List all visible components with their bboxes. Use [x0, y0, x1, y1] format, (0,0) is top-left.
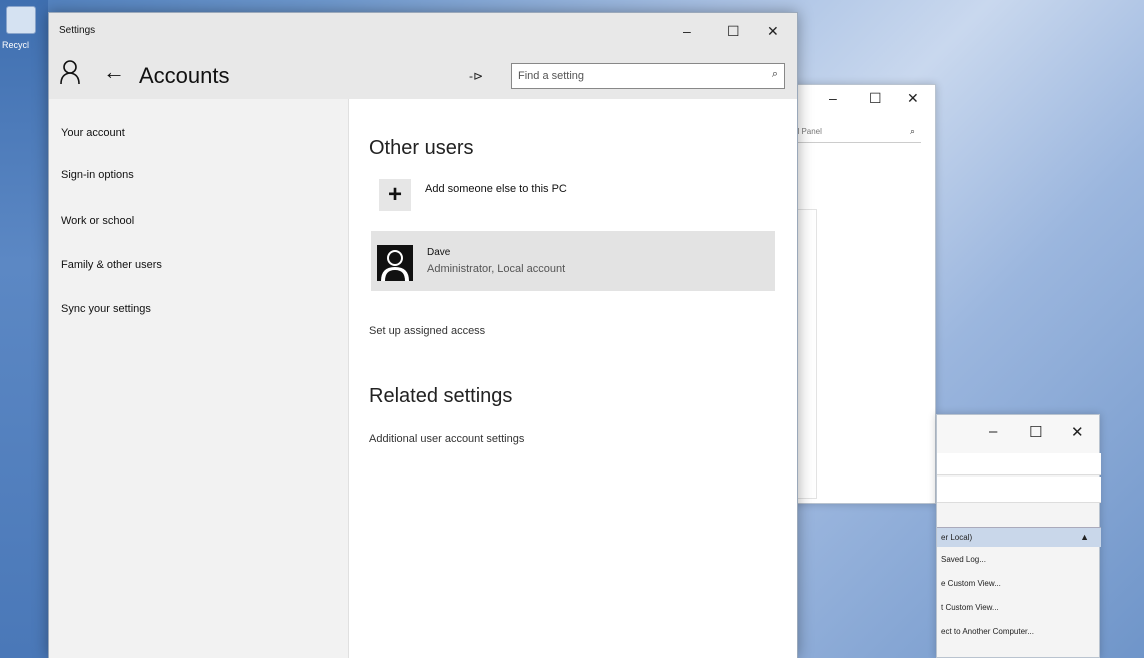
avatar [377, 245, 413, 281]
page-title: Accounts [139, 63, 230, 88]
background-close-button[interactable]: ✕ [907, 90, 919, 107]
plus-icon: + [379, 179, 411, 211]
action-item[interactable]: t Custom View... [941, 603, 999, 612]
sidebar: Your account Sign-in options Work or sch… [49, 99, 349, 658]
sidebar-item-sign-in-options[interactable]: Sign-in options [61, 169, 134, 181]
background-search-field[interactable]: ol Panel ⌕ [791, 123, 921, 143]
event-close-button[interactable]: ✕ [1071, 423, 1084, 441]
window-title: Settings [59, 25, 96, 36]
person-icon [60, 60, 80, 85]
background-window-titlebar: – ☐ ✕ [781, 85, 935, 113]
search-icon: ⌕ [909, 126, 915, 136]
sidebar-item-sync-settings[interactable]: Sync your settings [61, 303, 151, 315]
event-minimize-button[interactable]: – [989, 423, 997, 440]
settings-header: Settings – ☐ ✕ ← Accounts -⊳ ⌕ [49, 13, 797, 99]
recycle-bin-label: Recycl [2, 40, 30, 50]
pin-icon[interactable]: -⊳ [469, 69, 483, 83]
additional-account-settings-link[interactable]: Additional user account settings [369, 433, 524, 445]
collapse-icon[interactable]: ▲ [1080, 532, 1089, 542]
search-icon[interactable]: ⌕ [772, 68, 778, 81]
assigned-access-link[interactable]: Set up assigned access [369, 325, 485, 337]
recycle-bin-icon[interactable] [6, 6, 36, 34]
section-title-related-settings: Related settings [369, 385, 513, 407]
section-title-other-users: Other users [369, 137, 474, 159]
sidebar-item-work-or-school[interactable]: Work or school [61, 215, 134, 227]
background-minimize-button[interactable]: – [829, 90, 837, 106]
event-toolbar-row [937, 477, 1101, 503]
main-content: Other users + Add someone else to this P… [349, 99, 797, 658]
minimize-button[interactable]: – [683, 23, 691, 39]
close-button[interactable]: ✕ [767, 23, 779, 40]
user-name: Dave [427, 247, 451, 258]
event-toolbar-row [937, 453, 1101, 475]
background-maximize-button[interactable]: ☐ [869, 90, 882, 107]
event-maximize-button[interactable]: ☐ [1029, 423, 1042, 441]
user-account-type: Administrator, Local account [427, 263, 566, 275]
action-item[interactable]: e Custom View... [941, 579, 1001, 588]
action-item[interactable]: ect to Another Computer... [941, 627, 1034, 636]
sidebar-item-family-other-users[interactable]: Family & other users [61, 259, 162, 271]
actions-header-label: er Local) [941, 533, 973, 542]
maximize-button[interactable]: ☐ [727, 23, 740, 40]
desktop-area: Recycl [0, 0, 48, 658]
back-arrow-icon[interactable]: ← [103, 59, 125, 85]
user-row-dave[interactable]: Dave Administrator, Local account [371, 231, 775, 291]
event-window-titlebar: – ☐ ✕ [937, 415, 1099, 453]
sidebar-item-your-account[interactable]: Your account [61, 127, 125, 139]
event-viewer-window: – ☐ ✕ er Local) ▲ Saved Log... e Custom … [936, 414, 1101, 658]
search-input[interactable] [518, 65, 748, 87]
add-user-label: Add someone else to this PC [425, 183, 567, 195]
add-user-button[interactable]: + Add someone else to this PC [379, 177, 679, 227]
search-box[interactable]: ⌕ [511, 63, 785, 89]
actions-header[interactable]: er Local) ▲ [937, 527, 1101, 547]
action-item[interactable]: Saved Log... [941, 555, 986, 564]
background-window: – ☐ ✕ ol Panel ⌕ [780, 84, 936, 504]
settings-window: Settings – ☐ ✕ ← Accounts -⊳ ⌕ Your acco… [48, 12, 798, 658]
